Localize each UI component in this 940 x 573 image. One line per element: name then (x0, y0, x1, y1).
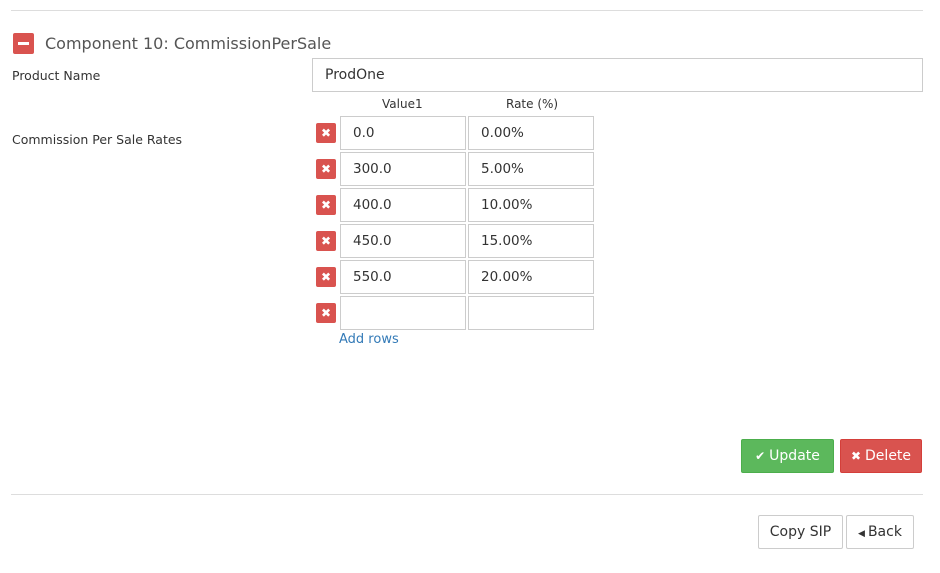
close-icon[interactable]: ✖ (316, 123, 336, 143)
rate-column-header: Rate (%) (506, 97, 559, 111)
rate-input[interactable] (468, 116, 594, 150)
top-divider (11, 10, 923, 11)
close-icon[interactable]: ✖ (316, 303, 336, 323)
rate-input[interactable] (468, 296, 594, 330)
component-title: Component 10: CommissionPerSale (45, 34, 332, 53)
update-button-label: Update (769, 448, 820, 464)
caret-left-icon: ◀ (858, 529, 865, 539)
value-column-header: Value1 (382, 97, 423, 111)
copy-sip-button[interactable]: Copy SIP (758, 515, 843, 549)
back-button[interactable]: ◀ Back (846, 515, 914, 549)
close-icon[interactable]: ✖ (316, 159, 336, 179)
value-input[interactable] (340, 188, 466, 222)
update-button[interactable]: ✔ Update (741, 439, 834, 473)
delete-button[interactable]: ✖ Delete (840, 439, 922, 473)
close-icon[interactable]: ✖ (316, 195, 336, 215)
close-icon[interactable]: ✖ (316, 267, 336, 287)
value-input[interactable] (340, 260, 466, 294)
product-name-label: Product Name (12, 68, 101, 83)
bottom-divider (11, 494, 923, 495)
value-input[interactable] (340, 116, 466, 150)
product-name-input[interactable] (312, 58, 923, 92)
rate-input[interactable] (468, 224, 594, 258)
value-input[interactable] (340, 152, 466, 186)
value-input[interactable] (340, 296, 466, 330)
check-icon: ✔ (755, 449, 766, 463)
back-button-label: Back (867, 524, 902, 540)
rate-input[interactable] (468, 188, 594, 222)
minus-icon[interactable] (13, 33, 34, 54)
close-icon: ✖ (850, 449, 862, 463)
component-header: Component 10: CommissionPerSale (13, 33, 331, 54)
copy-sip-button-label: Copy SIP (769, 524, 832, 540)
add-rows-link[interactable]: Add rows (339, 332, 399, 347)
rate-input[interactable] (468, 260, 594, 294)
delete-button-label: Delete (865, 448, 912, 464)
rate-input[interactable] (468, 152, 594, 186)
value-input[interactable] (340, 224, 466, 258)
close-icon[interactable]: ✖ (316, 231, 336, 251)
commission-rates-label: Commission Per Sale Rates (12, 132, 183, 147)
